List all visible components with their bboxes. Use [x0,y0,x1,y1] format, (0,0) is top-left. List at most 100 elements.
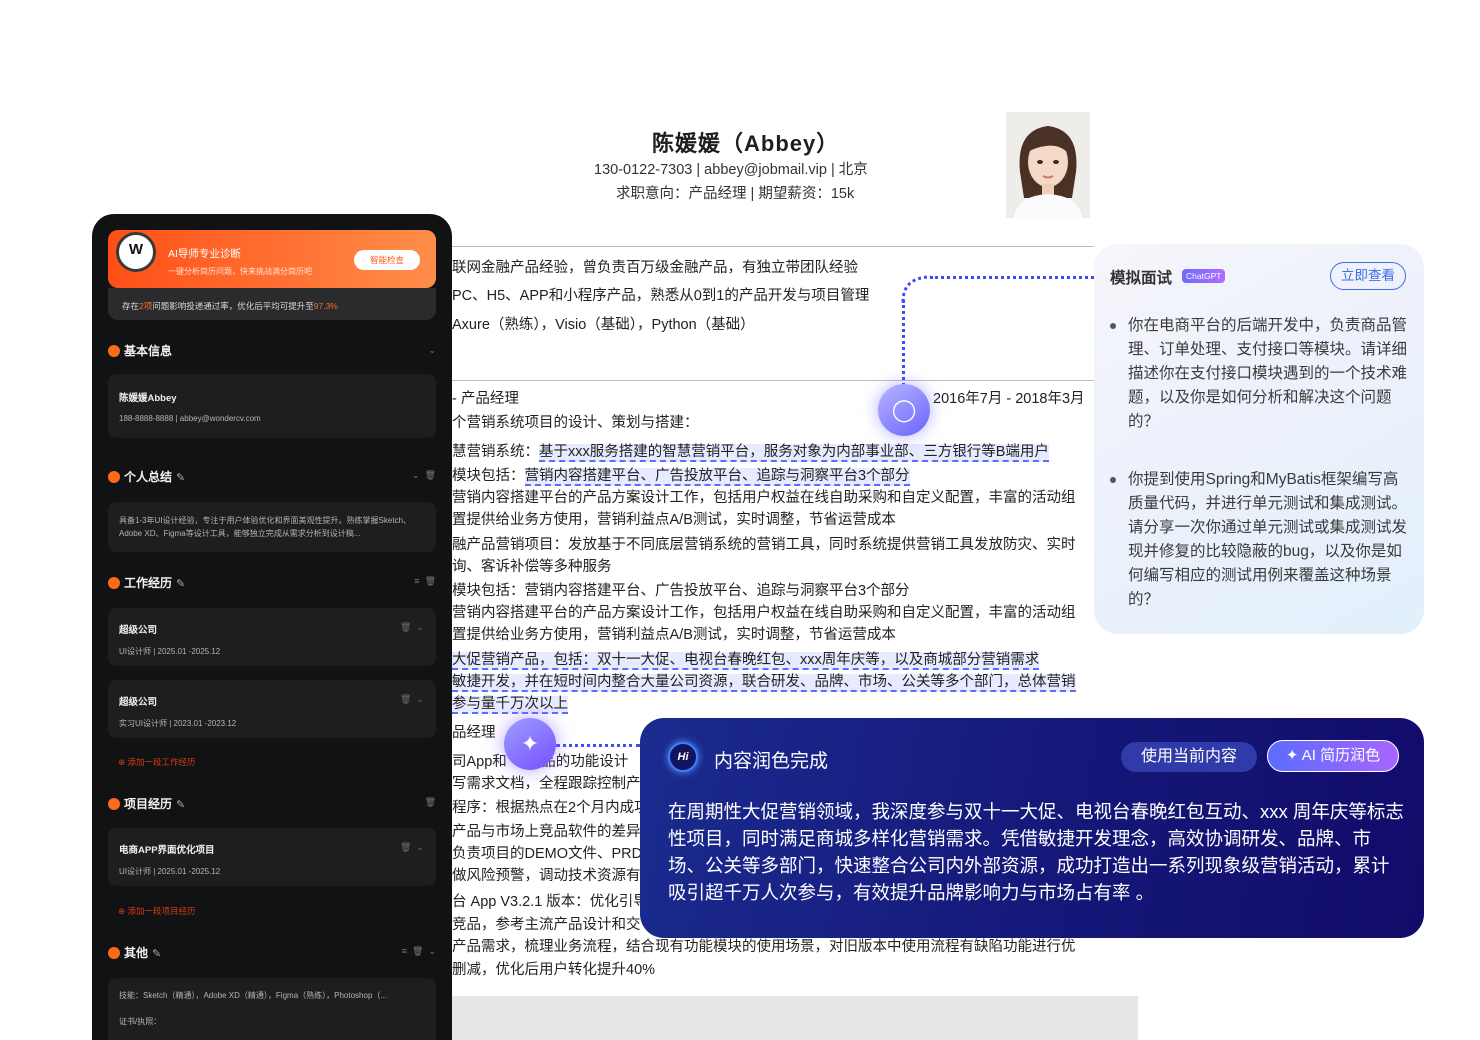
ai-avatar: W [116,232,156,272]
job-line: 询、客诉补偿等多种服务 [452,559,612,575]
smart-check-label: 智能检查 [369,255,404,265]
section-icon [108,798,120,810]
sparkle-icon: ✦ [1285,747,1299,764]
use-current-content-button[interactable]: 使用当前内容 [1121,742,1257,772]
summary-card[interactable]: 具备1-3年UI设计经验，专注于用户体验优化和界面美观性提升。熟练掌握Sketc… [108,502,436,552]
trash-icon[interactable]: 🗑 [400,622,411,632]
connector-line [930,276,1094,279]
sort-icon[interactable]: ≡ [402,946,407,956]
card-tools: 🗑 ⌄ [400,842,424,853]
resume-contact: 130-0122-7303 | abbey@jobmail.vip | 北京 [594,162,868,178]
section-summary[interactable]: 个人总结 ✎ [108,468,185,485]
card-tools: 🗑 ⌄ [400,622,424,633]
view-now-button[interactable]: 立即查看 [1330,262,1406,290]
edit-pen-icon[interactable]: ✎ [176,578,185,590]
sparkle-icon[interactable]: ✦ [504,718,556,770]
basic-info-name: 陈媛媛Abbey [119,393,177,404]
ai-diagnosis-desc: 一键分析简历问题，快来挑战满分简历吧 [168,267,312,276]
interview-question: 你提到使用Spring和MyBatis框架编写高质量代码，并进行单元测试和集成测… [1128,471,1408,608]
bullet [1110,477,1116,483]
add-work-link[interactable]: ⊕ 添加一段工作经历 [118,756,196,768]
chevron-down-icon[interactable]: ⌄ [428,946,436,956]
sort-icon[interactable]: ≡ [414,576,419,586]
summary-line: Axure（熟练），Visio（基础），Python（基础） [452,317,755,333]
highlighted-text[interactable]: 基于xxx服务搭建的智慧营销平台，服务对象为内部事业部、三方银行等B端用户 [539,444,1049,462]
add-work-label: 添加一段工作经历 [127,757,196,767]
resume-name: 陈媛媛（Abbey） [652,131,840,156]
chevron-down-icon[interactable]: ⌄ [416,694,424,704]
chevron-down-icon[interactable]: ⌄ [416,842,424,852]
trash-icon[interactable]: 🗑 [425,576,436,586]
section-title: 其他 [124,946,149,960]
job2-line: 台 App V3.2.1 版本：优化引导 [452,894,648,910]
work-card[interactable]: 超级公司 UI设计师 | 2025.01 -2025.12 🗑 ⌄ [108,608,436,666]
highlighted-line[interactable]: 参与量千万次以上 [452,693,568,715]
mock-interview-card: 模拟面试 ChatGPT 立即查看 你在电商平台的后端开发中，负责商品管理、订单… [1094,244,1424,634]
highlighted-text[interactable]: 营销内容搭建平台、广告投放平台、追踪与洞察平台3个部分 [524,468,910,486]
interview-title: 模拟面试 [1110,270,1173,287]
section-tools: ≡ 🗑 [414,576,436,587]
job-line: 置提供给业务方使用，营销利益点A/B测试，实时调整，节省运营成本 [452,512,896,528]
connector-line [902,300,905,386]
highlighted-line[interactable]: 大促营销产品，包括：双十一大促、电视台春晚红包、xxx周年庆等，以及商城部分营销… [452,649,1040,671]
section-tools: ≡ 🗑 ⌄ [402,946,436,957]
ai-polish-button[interactable]: ✦ AI 简历润色 [1267,740,1399,772]
polish-result-card: Hi 内容润色完成 使用当前内容 ✦ AI 简历润色 在周期性大促营销领域，我深… [640,718,1424,938]
other-card[interactable]: 技能：Sketch（精通），Adobe XD（精通），Figma（熟练），Pho… [108,978,436,1040]
job-date: 2016年7月 - 2018年3月 [933,391,1085,407]
hi-logo-text: Hi [677,751,689,763]
highlighted-text[interactable]: 大促营销产品，包括：双十一大促、电视台春晚红包、xxx周年庆等，以及商城部分营销… [452,652,1040,670]
canvas: 陈媛媛（Abbey） 130-0122-7303 | abbey@jobmail… [0,0,1480,1040]
profile-photo-illustration [1006,112,1090,218]
work-company: 超级公司 [119,697,158,708]
job2-title: 品经理 [452,725,496,741]
plus-circle-icon: ⊕ [118,906,126,916]
trash-icon[interactable]: 🗑 [425,797,436,808]
chat-bubble-icon[interactable]: ◯ [878,384,930,436]
basic-info-card[interactable]: 陈媛媛Abbey 188-8888-8888 | abbey@wondercv.… [108,374,436,438]
job-line-label: 慧营销系统： [452,444,539,460]
highlighted-line[interactable]: 敏捷开发，并在短时间内整合大量公司资源，联合研发、品牌、市场、公关等多个部门，总… [452,671,1076,693]
project-card[interactable]: 电商APP界面优化项目 UI设计师 | 2025.01 -2025.12 🗑 ⌄ [108,828,436,886]
section-tools: ⌄ 🗑 [412,470,436,481]
highlighted-text[interactable]: 参与量千万次以上 [452,696,568,714]
project-name: 电商APP界面优化项目 [119,845,215,856]
section-project[interactable]: 项目经历 ✎ [108,795,185,812]
chevron-down-icon[interactable]: ⌄ [416,622,424,632]
edit-pen-icon[interactable]: ✎ [176,799,185,811]
note-text: 存在 [122,301,140,311]
section-title: 工作经历 [124,576,173,590]
trash-icon[interactable]: 🗑 [400,842,411,852]
editor-panel: W AI导师专业诊断 一键分析简历问题，快来挑战满分简历吧 智能检查 存在2项问… [92,214,452,1040]
chatgpt-tag: ChatGPT [1182,269,1226,283]
ai-polish-label: AI 简历润色 [1301,747,1381,764]
section-title: 个人总结 [124,470,173,484]
highlighted-text[interactable]: 敏捷开发，并在短时间内整合大量公司资源，联合研发、品牌、市场、公关等多个部门，总… [452,674,1076,692]
note-count: 2项 [139,301,153,311]
section-icon [108,345,120,357]
card-tools: 🗑 ⌄ [400,694,424,705]
chevron-down-icon[interactable]: ⌄ [412,470,420,480]
hi-logo-icon: Hi [668,742,698,772]
work-card[interactable]: 超级公司 实习UI设计师 | 2023.01 -2023.12 🗑 ⌄ [108,680,436,738]
divider [452,380,1094,381]
job-line: 模块包括：营销内容搭建平台、广告投放平台、追踪与洞察平台3个部分 [452,465,910,487]
edit-pen-icon[interactable]: ✎ [152,948,161,960]
polish-text: 在周期性大促营销领域，我深度参与双十一大促、电视台春晚红包互动、xxx 周年庆等… [668,801,1404,903]
edit-pen-icon[interactable]: ✎ [176,472,185,484]
trash-icon[interactable]: 🗑 [412,946,423,956]
job-line: 慧营销系统：基于xxx服务搭建的智慧营销平台，服务对象为内部事业部、三方银行等B… [452,441,1049,463]
section-title: 基本信息 [124,344,173,358]
trash-icon[interactable]: 🗑 [425,470,436,480]
summary-line: PC、H5、APP和小程序产品，熟悉从0到1的产品开发与项目管理 [452,288,870,304]
section-work[interactable]: 工作经历 ✎ [108,574,185,591]
section-basic-info[interactable]: 基本信息 [108,342,172,359]
smart-check-button[interactable]: 智能检查 [354,250,420,270]
section-other[interactable]: 其他 ✎ [108,944,161,961]
job-line: 营销内容搭建平台的产品方案设计工作，包括用户权益在线自助采购和自定义配置，丰富的… [452,605,1076,621]
add-project-link[interactable]: ⊕ 添加一段项目经历 [118,905,196,917]
page-gap [452,996,1138,1040]
trash-icon[interactable]: 🗑 [400,694,411,704]
chevron-down-icon[interactable]: ⌄ [428,345,436,356]
job-line: 融产品营销项目：发放基于不同底层营销系统的营销工具，同时系统提供营销工具发放防灾… [452,537,1076,553]
